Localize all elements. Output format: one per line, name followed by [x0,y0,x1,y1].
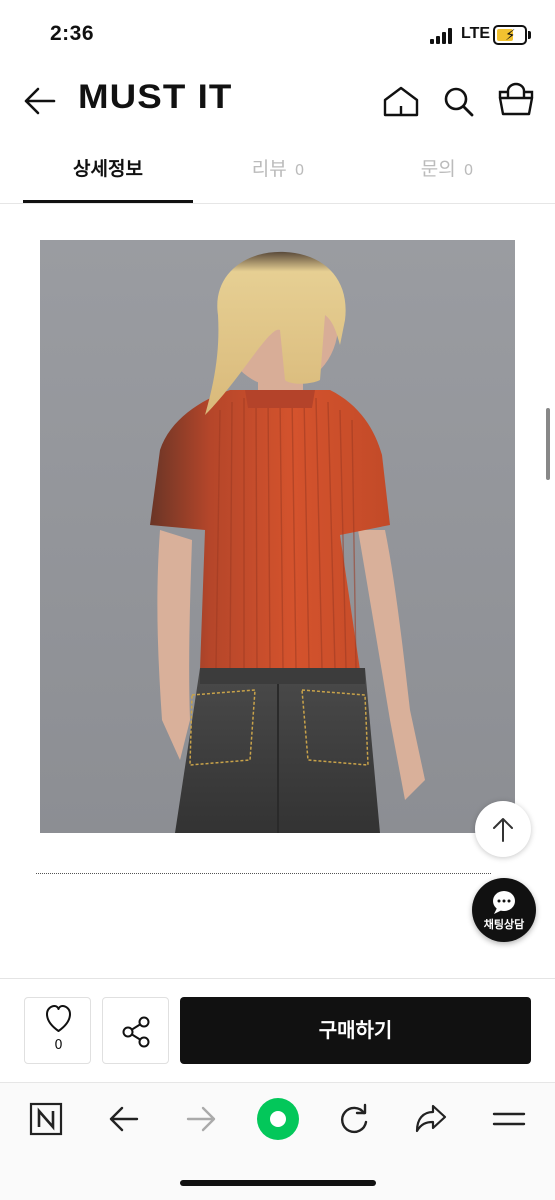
naver-icon[interactable] [24,1099,68,1139]
app-header: MUST IT [0,70,555,132]
search-icon[interactable] [441,84,477,118]
tab-inquiries-count: 0 [463,161,474,179]
chat-consult-button[interactable]: 채팅상담 [472,878,536,942]
status-bar: 2:36 LTE ⚡ [0,0,555,70]
chat-label: 채팅상담 [483,918,525,931]
chat-bubble-icon [493,891,515,914]
arrow-up-icon [493,818,513,842]
home-icon[interactable] [381,84,421,118]
scroll-to-top-button[interactable] [475,801,531,857]
heart-icon [46,1005,71,1032]
buy-button[interactable]: 구매하기 [180,997,531,1064]
like-count: 0 [54,1038,63,1053]
tab-inquiries-label: 문의 [420,158,456,180]
back-arrow-icon[interactable] [22,84,58,118]
forward-icon[interactable] [179,1099,223,1139]
share-icon[interactable] [409,1099,453,1139]
product-image[interactable] [40,240,515,833]
green-circle-icon[interactable] [254,1095,302,1143]
tab-details[interactable]: 상세정보 [23,140,193,203]
product-photo-illustration [40,240,515,833]
menu-icon[interactable] [487,1099,531,1139]
tab-reviews-count: 0 [294,161,305,179]
tab-details-label: 상세정보 [73,158,143,180]
brand-logo[interactable]: MUST IT [78,78,232,117]
like-button[interactable]: 0 [24,997,91,1064]
home-indicator[interactable] [180,1180,376,1186]
tab-reviews-label: 리뷰 [251,158,287,180]
tab-reviews[interactable]: 리뷰 0 [193,140,363,203]
refresh-icon[interactable] [332,1099,376,1139]
signal-icon [430,28,456,44]
status-time: 2:36 [50,22,95,45]
tab-bar: 상세정보 리뷰 0 문의 0 [0,140,555,204]
share-icon [122,1016,150,1048]
battery-icon: ⚡ [493,25,527,45]
network-type: LTE [461,25,491,42]
purchase-bar: 0 구매하기 [0,978,555,1082]
content-divider [36,873,491,874]
battery-tip [528,31,531,39]
share-button[interactable] [102,997,169,1064]
back-icon[interactable] [102,1099,146,1139]
scrollbar[interactable] [546,408,550,480]
tab-inquiries[interactable]: 문의 0 [362,140,532,203]
shopping-bag-icon[interactable] [496,82,536,118]
